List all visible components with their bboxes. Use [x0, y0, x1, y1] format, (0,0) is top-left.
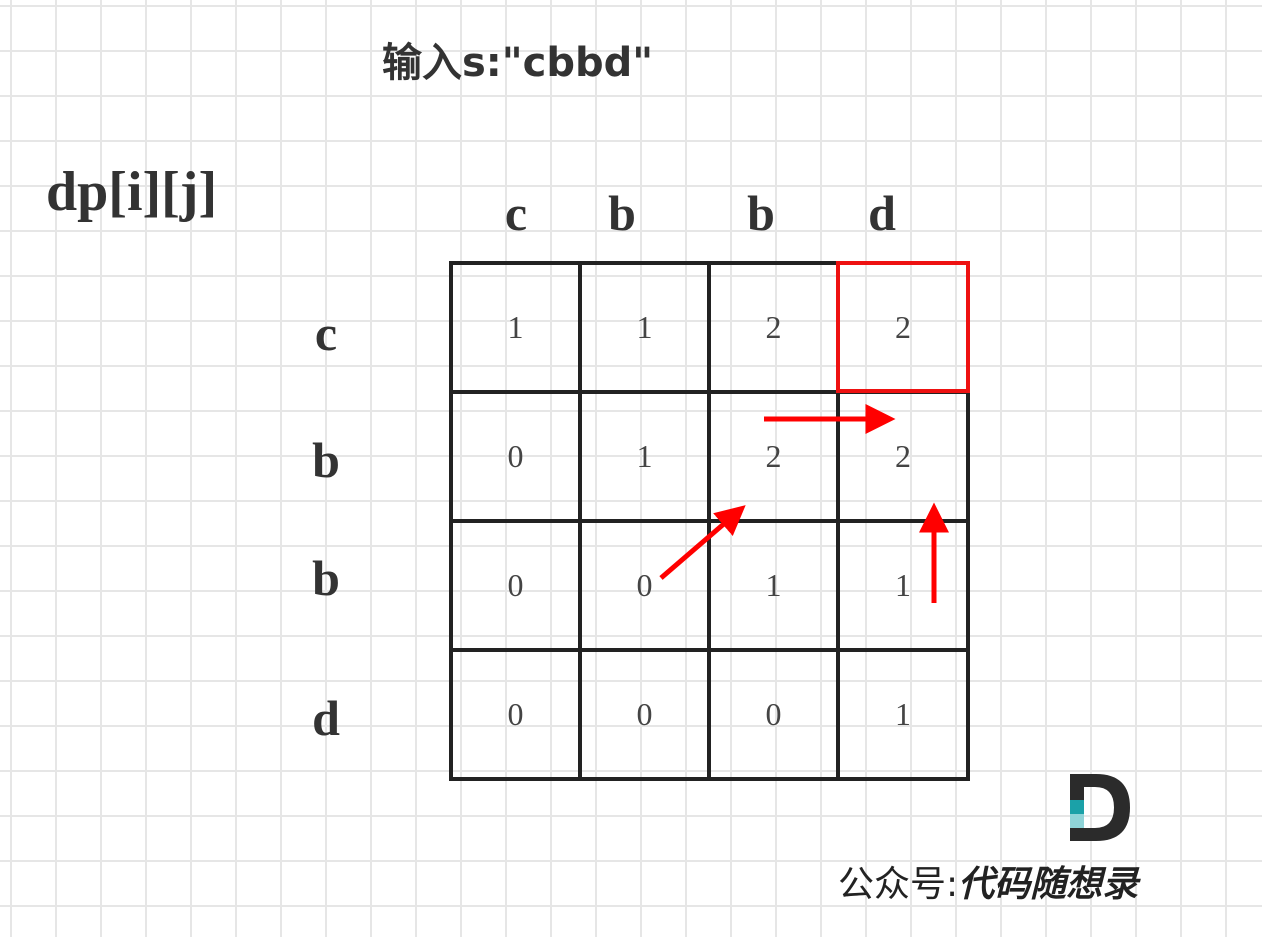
cell-0-1: 1: [636, 309, 653, 345]
cell-3-1: 0: [636, 696, 653, 732]
cell-0-3: 2: [895, 309, 911, 345]
cell-1-1: 1: [636, 438, 653, 474]
cell-3-0: 0: [507, 696, 524, 732]
cell-3-2: 0: [765, 696, 782, 732]
cell-2-0: 0: [507, 567, 524, 603]
watermark-text: 公众号:代码随想录: [838, 855, 1138, 907]
watermark-prefix: 公众号:: [838, 864, 959, 905]
cell-1-0: 0: [507, 438, 524, 474]
watermark-brand: 代码随想录: [958, 864, 1139, 905]
cell-0-2: 2: [765, 309, 782, 345]
logo-d-icon: [1070, 774, 1130, 841]
cell-1-2: 2: [765, 438, 782, 474]
cell-2-1: 0: [636, 567, 653, 603]
cell-2-3: 1: [895, 567, 911, 603]
cell-2-2: 1: [765, 567, 782, 603]
cell-1-3: 2: [895, 438, 911, 474]
cell-0-0: 1: [507, 309, 524, 345]
cell-3-3: 1: [895, 696, 911, 732]
